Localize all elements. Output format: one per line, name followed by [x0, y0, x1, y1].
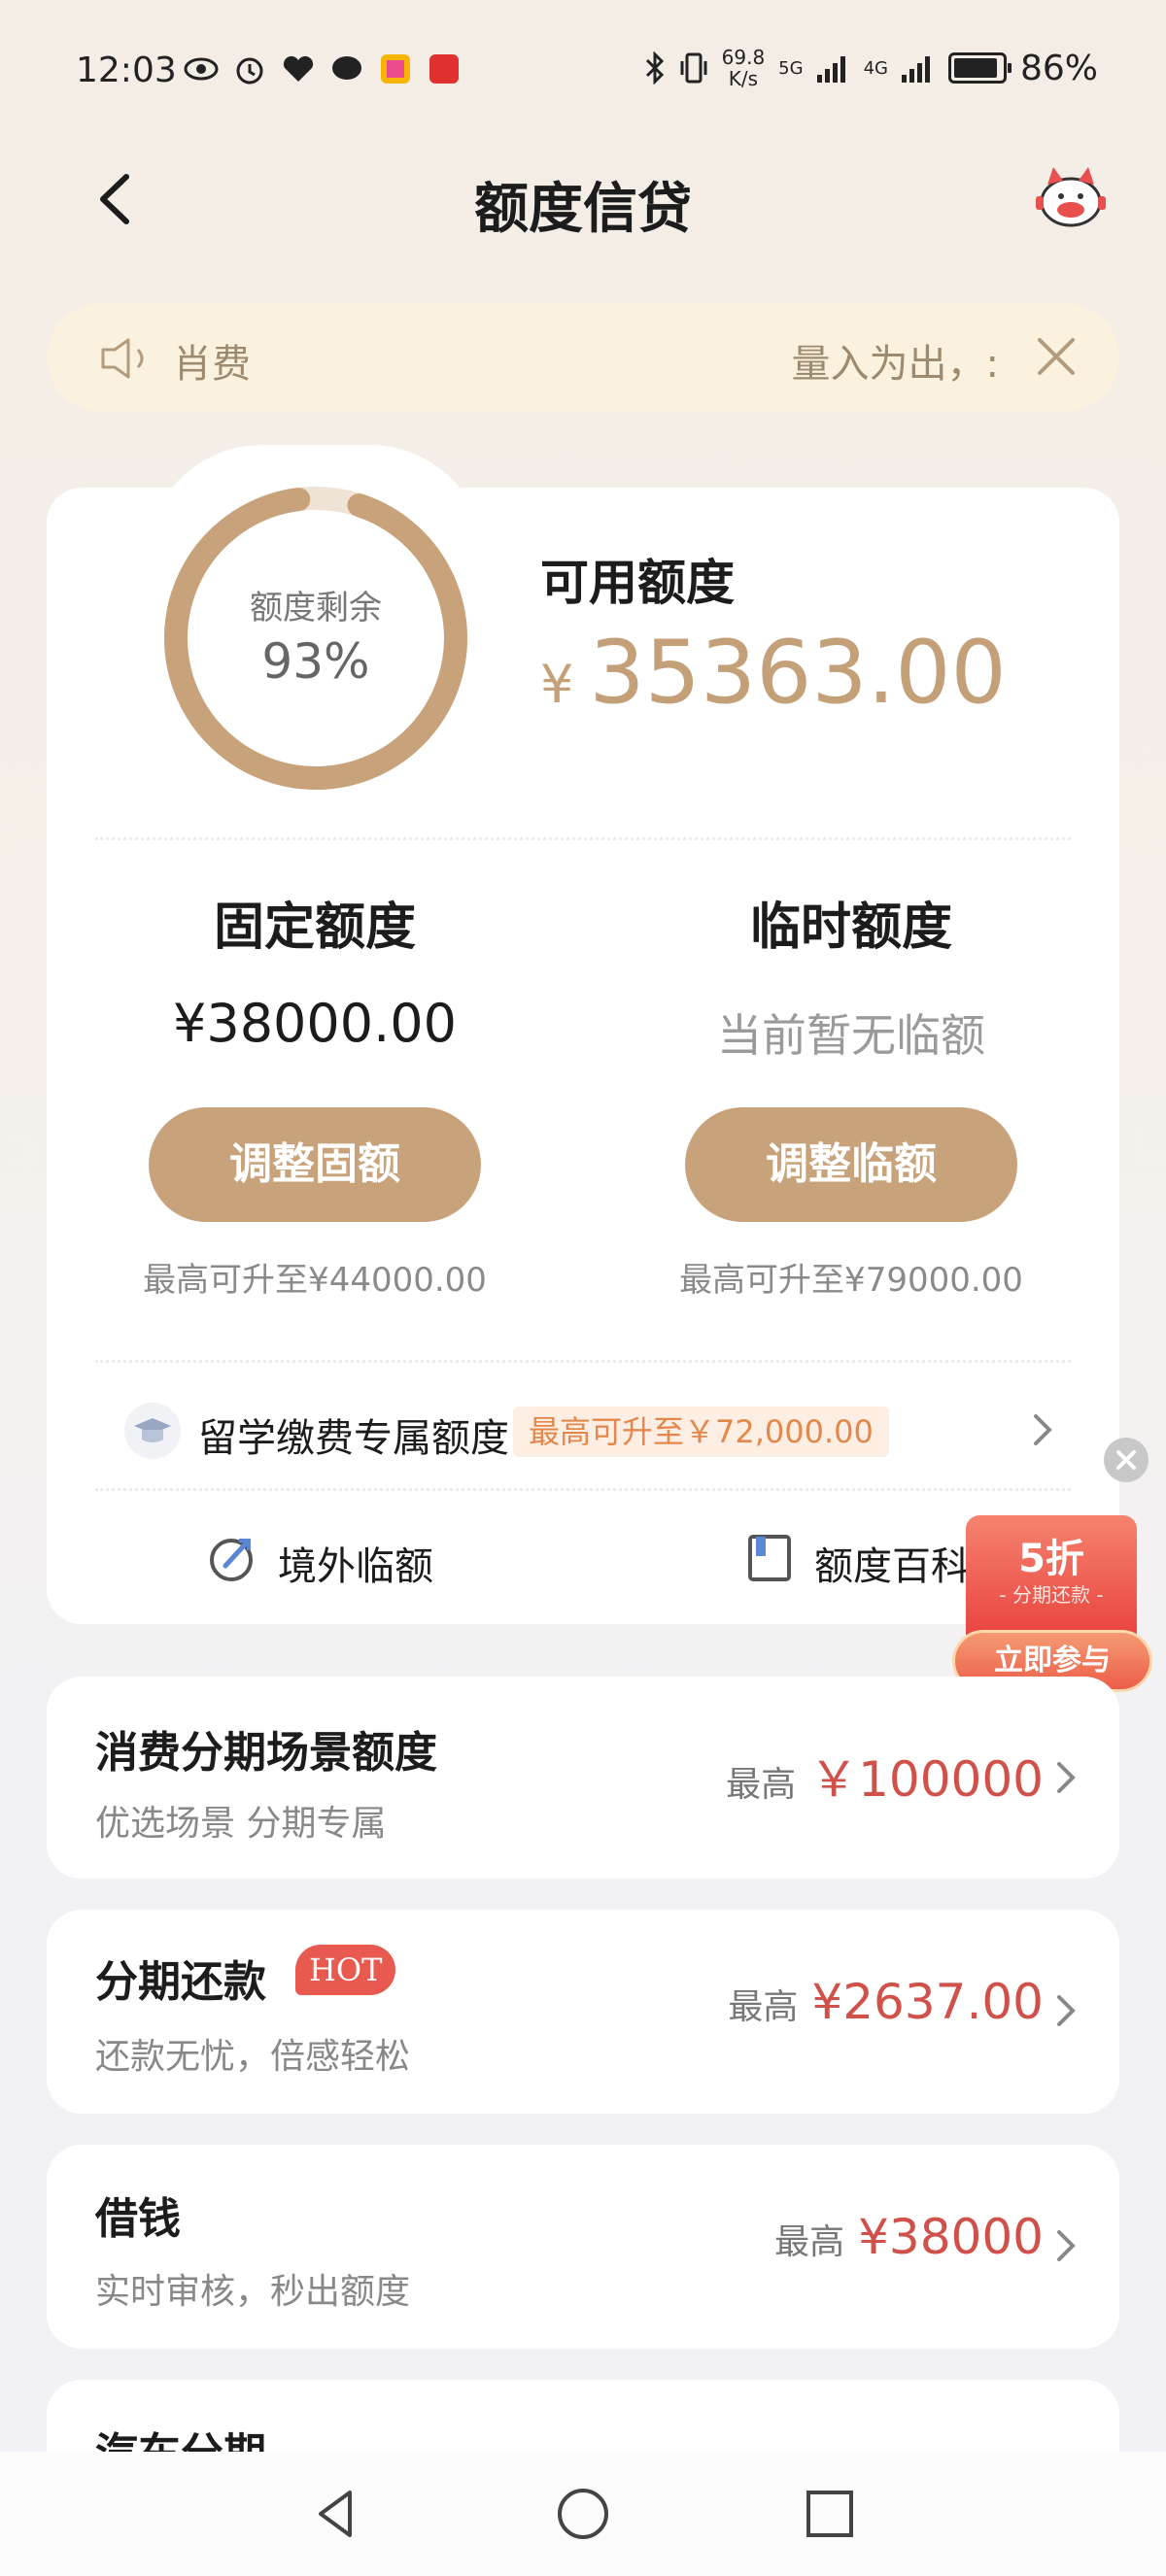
available-amount: ¥35363.00	[540, 622, 1007, 724]
product-row[interactable]: 消费分期场景额度 优选场景 分期专属 最高 ￥100000	[47, 1677, 1119, 1879]
product-title: 消费分期场景额度	[95, 1728, 437, 1778]
product-prefix: 最高	[726, 1765, 797, 1805]
study-badge: 最高可升至￥72,000.00	[513, 1407, 889, 1457]
signal-bars-icon	[816, 56, 845, 83]
divider	[95, 1360, 1071, 1363]
nav-back-icon[interactable]	[307, 2485, 365, 2543]
signal-4g-label: 4G	[863, 57, 888, 79]
message-icon	[332, 56, 361, 80]
health-icon	[283, 55, 314, 82]
net-speed-unit: K/s	[728, 67, 759, 90]
chevron-right-icon	[1057, 1995, 1076, 2026]
product-limit: 最高 ¥38000	[774, 2209, 1044, 2265]
available-value: 35363.00	[589, 622, 1007, 724]
product-title: 分期还款	[95, 1957, 266, 2007]
temp-value: 当前暂无临额	[717, 1009, 985, 1062]
book-icon	[748, 1535, 791, 1581]
product-amount: ￥100000	[809, 1751, 1044, 1808]
overseas-label: 境外临额	[278, 1544, 433, 1589]
vibrate-icon	[680, 52, 707, 84]
bluetooth-icon	[645, 51, 664, 85]
product-limit: 最高 ¥2637.00	[728, 1974, 1044, 2030]
alarm-icon	[236, 57, 263, 85]
graduation-cap-icon	[124, 1403, 181, 1459]
fixed-title: 固定额度	[213, 898, 416, 957]
product-prefix: 最高	[728, 1987, 799, 2027]
temp-title: 临时额度	[749, 898, 952, 957]
app-header: 额度信贷	[0, 155, 1166, 243]
product-amount: ¥2637.00	[811, 1974, 1044, 2030]
fixed-max: 最高可升至¥44000.00	[143, 1261, 487, 1300]
signal-bars-icon-2	[901, 56, 930, 83]
status-time: 12:03	[76, 51, 177, 90]
speaker-icon	[101, 338, 144, 379]
ring-label: 额度剩余	[250, 589, 382, 627]
divider	[95, 837, 1071, 840]
available-label: 可用额度	[540, 555, 735, 611]
promo-card: 5折 - 分期还款 -	[966, 1515, 1137, 1642]
app-icon	[381, 54, 410, 84]
notice-text-right: 量入为出，:	[791, 342, 999, 387]
status-right: 69.8 K/s 5G 4G 86%	[644, 47, 1098, 89]
adjust-fixed-button[interactable]: 调整固额	[149, 1107, 481, 1222]
notification-icons	[183, 52, 463, 85]
divider	[95, 1488, 1071, 1491]
overseas-icon	[210, 1539, 253, 1581]
promo-close-button[interactable]	[1104, 1438, 1149, 1482]
status-bar: 12:03 69.8 K/s 5G 4G 86%	[0, 0, 1166, 146]
notice-bar[interactable]: 肖费 量入为出，:	[47, 303, 1119, 412]
nav-home-icon[interactable]	[554, 2485, 612, 2543]
product-limit: 最高 ￥100000	[726, 1741, 1044, 1811]
overseas-credit-link[interactable]: 境外临额	[206, 1525, 459, 1593]
eye-icon	[184, 57, 219, 81]
product-row[interactable]: 借钱 实时审核，秒出额度 最高 ¥38000	[47, 2145, 1119, 2349]
product-row[interactable]: 分期还款 HOT 还款无忧，倍感轻松 最高 ¥2637.00	[47, 1910, 1119, 2114]
pay-app-icon	[429, 54, 459, 84]
nav-recents-icon[interactable]	[801, 2485, 859, 2543]
system-nav-bar	[0, 2452, 1166, 2576]
chevron-right-icon	[1034, 1414, 1052, 1445]
chevron-right-icon	[1057, 2230, 1076, 2261]
close-icon	[1116, 1450, 1136, 1470]
close-icon[interactable]	[1032, 332, 1080, 381]
net-speed-value: 69.8	[721, 46, 766, 69]
mascot-icon[interactable]	[1032, 157, 1110, 235]
battery-level: 86%	[1019, 48, 1098, 88]
product-amount: ¥38000	[858, 2209, 1044, 2265]
product-title: 借钱	[95, 2194, 181, 2244]
product-subtitle: 优选场景 分期专属	[95, 1804, 387, 1844]
product-subtitle: 实时审核，秒出额度	[95, 2272, 411, 2312]
promo-subtitle: - 分期还款 -	[999, 1583, 1104, 1607]
adjust-temp-button[interactable]: 调整临额	[685, 1107, 1017, 1222]
battery-icon	[947, 52, 1012, 84]
promo-banner[interactable]: 5折 - 分期还款 - 立即参与	[952, 1515, 1152, 1700]
wiki-label: 额度百科	[814, 1544, 970, 1589]
page-title: 额度信贷	[474, 178, 692, 241]
hot-badge: HOT	[295, 1945, 396, 1995]
temp-max: 最高可升至¥79000.00	[679, 1261, 1023, 1300]
product-prefix: 最高	[774, 2222, 845, 2262]
ring-value: 93%	[261, 633, 370, 690]
net-speed: 69.8 K/s	[722, 47, 766, 89]
chevron-right-icon	[1057, 1762, 1076, 1793]
study-abroad-row[interactable]: 留学缴费专属额度 最高可升至￥72,000.00	[124, 1399, 1057, 1463]
promo-discount: 5折	[1018, 1537, 1084, 1581]
signal-5g-label: 5G	[778, 57, 804, 79]
available-currency: ¥	[540, 654, 574, 715]
fixed-value: ¥38000.00	[172, 993, 458, 1054]
study-label: 留学缴费专属额度	[198, 1416, 509, 1461]
notice-text-left: 肖费	[173, 342, 251, 387]
product-subtitle: 还款无忧，倍感轻松	[95, 2037, 411, 2077]
